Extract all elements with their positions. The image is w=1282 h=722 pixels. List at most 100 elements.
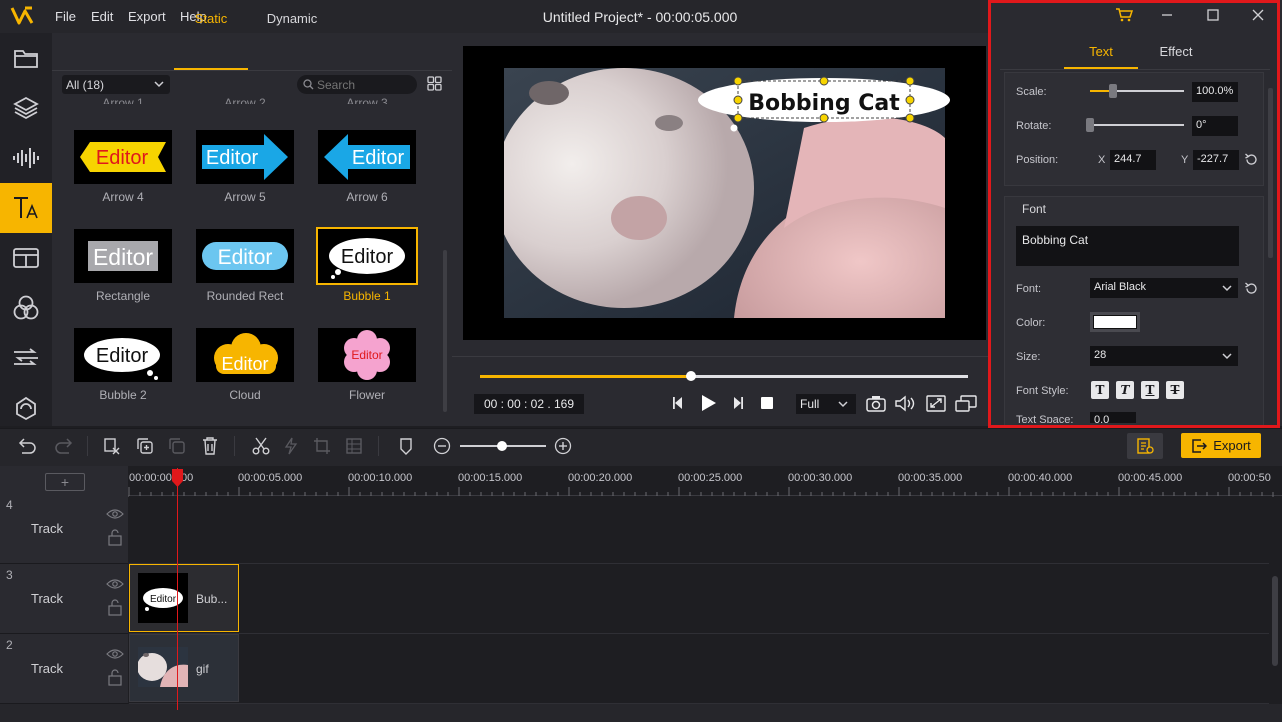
underline-style-icon[interactable]: T	[1141, 381, 1159, 399]
eye-icon[interactable]	[106, 648, 124, 660]
export-button[interactable]: Export	[1181, 433, 1261, 458]
timeline-clip-bubble[interactable]: Editor Bub...	[129, 564, 239, 632]
asset-arrow-6[interactable]: Editor	[318, 130, 416, 184]
close-icon[interactable]	[1251, 8, 1265, 22]
quality-value: Full	[800, 397, 820, 411]
text-bubble-overlay[interactable]: Bobbing Cat	[692, 72, 954, 132]
rotate-slider-track[interactable]	[1090, 124, 1184, 126]
font-select[interactable]: Arial Black	[1090, 278, 1238, 298]
scale-slider-knob[interactable]	[1109, 84, 1117, 98]
cart-icon[interactable]	[1115, 7, 1133, 23]
reset-position-icon[interactable]	[1244, 152, 1259, 167]
rail-transition-button[interactable]	[0, 233, 52, 283]
eye-icon[interactable]	[106, 508, 124, 520]
quality-select[interactable]: Full	[796, 394, 856, 414]
delete-gap-icon[interactable]	[103, 437, 121, 455]
rail-filter-button[interactable]	[0, 283, 52, 333]
speed-icon[interactable]	[283, 437, 299, 455]
asset-rectangle[interactable]: Editor	[74, 229, 172, 283]
playback-progress-knob[interactable]	[686, 371, 696, 381]
scale-input[interactable]: 100.0%	[1192, 82, 1238, 102]
trash-icon[interactable]	[201, 436, 219, 456]
playhead-handle[interactable]	[171, 468, 184, 488]
previous-frame-icon[interactable]	[670, 395, 686, 411]
track-lane[interactable]	[129, 634, 1269, 704]
rail-text-button[interactable]	[0, 183, 52, 233]
category-filter-select[interactable]: All (18)	[62, 75, 170, 94]
position-x-label: X	[1098, 154, 1106, 166]
rotate-input[interactable]: 0°	[1192, 116, 1238, 136]
zoom-slider-knob[interactable]	[497, 441, 507, 451]
italic-style-icon[interactable]: T	[1116, 381, 1134, 399]
redo-icon[interactable]	[53, 437, 73, 455]
track-lane[interactable]	[129, 496, 1269, 564]
volume-icon[interactable]	[895, 395, 917, 412]
grid-view-icon[interactable]	[427, 76, 442, 91]
marker-icon[interactable]	[398, 437, 414, 455]
bold-style-icon[interactable]: T	[1091, 381, 1109, 399]
next-frame-icon[interactable]	[730, 395, 746, 411]
search-box[interactable]	[297, 75, 417, 94]
scissors-icon[interactable]	[252, 437, 270, 455]
search-icon	[303, 79, 314, 90]
asset-cloud[interactable]: Editor	[196, 328, 294, 382]
play-icon[interactable]	[698, 393, 718, 413]
text-space-input[interactable]: 0.0	[1090, 412, 1136, 423]
add-track-button[interactable]: +	[45, 473, 85, 491]
assets-scrollbar[interactable]	[443, 250, 447, 412]
copy-icon[interactable]	[136, 437, 154, 455]
stop-icon[interactable]	[760, 396, 774, 410]
snapshot-camera-icon[interactable]	[866, 395, 886, 412]
zoom-out-icon[interactable]	[433, 437, 451, 455]
size-select-value: 28	[1094, 349, 1107, 361]
rail-media-button[interactable]	[0, 33, 52, 83]
menu-export[interactable]: Export	[128, 9, 166, 24]
zoom-in-icon[interactable]	[554, 437, 572, 455]
position-x-input[interactable]: 244.7	[1110, 150, 1156, 170]
crop-icon[interactable]	[313, 437, 331, 455]
color-swatch-button[interactable]	[1090, 312, 1140, 332]
maximize-icon[interactable]	[1206, 8, 1220, 22]
properties-scrollbar[interactable]	[1268, 88, 1273, 258]
unlock-icon[interactable]	[107, 668, 123, 686]
timeline-scrollbar[interactable]	[1272, 576, 1278, 666]
tab-effect[interactable]: Effect	[1139, 44, 1213, 59]
paste-icon[interactable]	[168, 437, 186, 455]
search-input[interactable]	[317, 77, 411, 92]
unlock-icon[interactable]	[107, 528, 123, 546]
text-content-input[interactable]: Bobbing Cat	[1016, 226, 1239, 266]
position-y-input[interactable]: -227.7	[1193, 150, 1239, 170]
popout-window-icon[interactable]	[955, 395, 977, 412]
tab-static[interactable]: Static	[174, 11, 248, 26]
render-settings-button[interactable]	[1127, 433, 1163, 459]
asset-rounded-rect[interactable]: Editor	[196, 229, 294, 283]
asset-arrow-4[interactable]: Editor	[74, 130, 172, 184]
rail-overlay-button[interactable]	[0, 333, 52, 383]
tab-text[interactable]: Text	[1064, 44, 1138, 59]
unlock-icon[interactable]	[107, 598, 123, 616]
strikethrough-style-icon[interactable]: T	[1166, 381, 1184, 399]
rail-layers-button[interactable]	[0, 83, 52, 133]
asset-bubble-1[interactable]: Editor	[316, 227, 418, 285]
reset-font-icon[interactable]	[1244, 281, 1259, 296]
asset-bubble-2[interactable]: Editor	[74, 328, 172, 382]
undo-icon[interactable]	[18, 437, 38, 455]
size-select[interactable]: 28	[1090, 346, 1238, 366]
eye-icon[interactable]	[106, 578, 124, 590]
svg-text:Editor: Editor	[96, 147, 149, 169]
rail-element-button[interactable]	[0, 383, 52, 433]
timeline-clip-gif[interactable]: gif	[129, 634, 239, 702]
text-icon	[14, 197, 38, 219]
timeline-footer	[0, 704, 1282, 722]
fullscreen-icon[interactable]	[926, 395, 946, 412]
minimize-icon[interactable]	[1160, 8, 1174, 22]
mosaic-icon[interactable]	[345, 437, 363, 455]
menu-file[interactable]: File	[55, 9, 76, 24]
tab-dynamic[interactable]: Dynamic	[255, 11, 329, 26]
rail-audio-button[interactable]	[0, 133, 52, 183]
rotate-slider-knob[interactable]	[1086, 118, 1094, 132]
menu-edit[interactable]: Edit	[91, 9, 113, 24]
asset-arrow-5[interactable]: Editor	[196, 130, 294, 184]
asset-flower[interactable]: Editor	[318, 328, 416, 382]
track-lane[interactable]	[129, 564, 1269, 634]
